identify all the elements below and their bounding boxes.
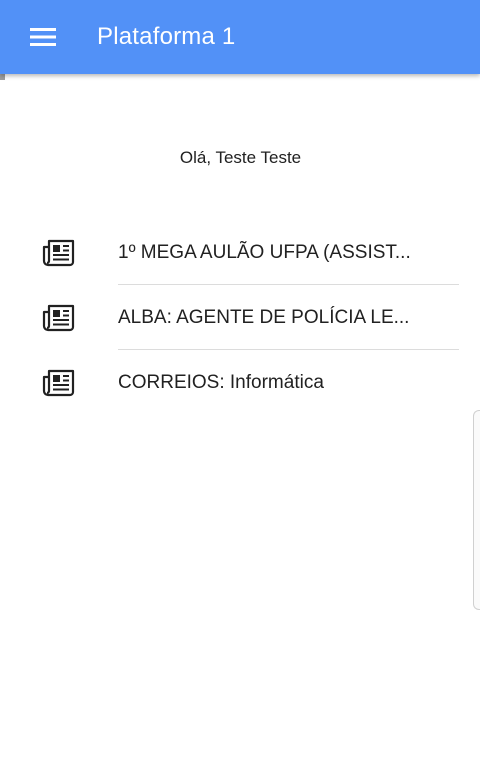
menu-button[interactable]	[18, 14, 68, 60]
newspaper-icon	[42, 369, 75, 397]
scroll-handle[interactable]	[473, 410, 480, 610]
list-item-label: ALBA: AGENTE DE POLÍCIA LE...	[118, 307, 410, 328]
hamburger-menu-icon	[30, 28, 56, 46]
app-title: Plataforma 1	[97, 23, 236, 50]
greeting-label: Olá, Teste Teste	[179, 148, 302, 167]
list-item-label: CORREIOS: Informática	[118, 372, 324, 393]
app-bar: Plataforma 1	[0, 0, 480, 74]
list-item[interactable]: ALBA: AGENTE DE POLÍCIA LE...	[0, 285, 480, 350]
list-item[interactable]: 1º MEGA AULÃO UFPA (ASSIST...	[0, 220, 480, 285]
edge-marker	[0, 74, 5, 80]
greeting-text: Olá, Teste Teste	[0, 146, 480, 170]
newspaper-icon	[42, 304, 75, 332]
list-item[interactable]: CORREIOS: Informática	[0, 350, 480, 415]
list-item-label: 1º MEGA AULÃO UFPA (ASSIST...	[118, 242, 411, 263]
newspaper-icon	[42, 239, 75, 267]
content-list: 1º MEGA AULÃO UFPA (ASSIST... ALBA: AGEN…	[0, 220, 480, 415]
